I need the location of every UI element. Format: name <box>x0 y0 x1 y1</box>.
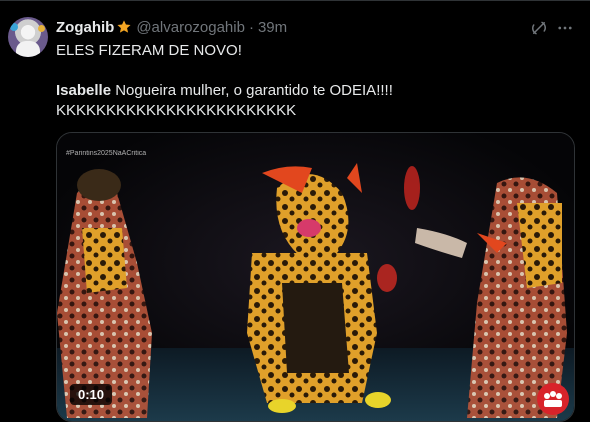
tweet-text-rest: Nogueira mulher, o garantido te ODEIA!!!… <box>111 82 393 99</box>
more-options-icon[interactable] <box>556 19 574 37</box>
video-duration: 0:10 <box>70 384 113 405</box>
display-name[interactable]: Zogahib <box>56 19 114 36</box>
broadcaster-logo <box>537 383 569 415</box>
user-handle[interactable]: @alvarozogahib <box>136 19 245 36</box>
top-divider <box>0 0 590 1</box>
star-icon <box>117 20 131 33</box>
tweet-text-bold: Isabelle <box>56 82 112 99</box>
timestamp[interactable]: 39m <box>258 19 287 36</box>
grok-icon[interactable] <box>530 19 548 37</box>
tweet-text-line-3: KKKKKKKKKKKKKKKKKKKKKKKK <box>56 102 297 119</box>
separator-dot: · <box>248 18 254 36</box>
tweet-text-line-2: Isabelle Nogueira mulher, o garantido te… <box>56 81 393 101</box>
video-frame <box>57 133 574 421</box>
tweet-text-line-1: ELES FIZERAM DE NOVO! <box>56 42 242 59</box>
tweet-header: Zogahib @alvarozogahib · 39m <box>56 17 287 37</box>
video-hashtag-watermark: #Parintins2025NaACritica <box>66 150 147 157</box>
video-player[interactable]: #Parintins2025NaACritica 0:10 <box>56 132 575 422</box>
avatar[interactable] <box>8 17 48 57</box>
